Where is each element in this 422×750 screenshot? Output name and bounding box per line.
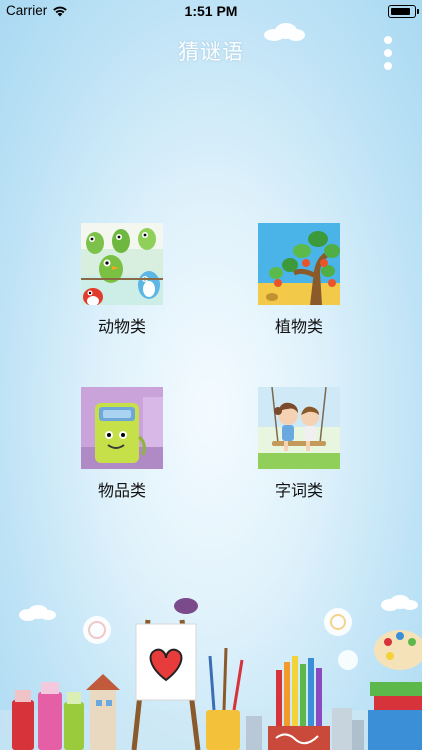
- plants-thumbnail: [258, 223, 340, 305]
- art-supplies-illustration: [0, 598, 422, 750]
- more-dots-icon: [384, 36, 392, 44]
- status-bar: Carrier 1:51 PM: [0, 0, 422, 22]
- more-options-button[interactable]: [382, 36, 394, 70]
- category-plants[interactable]: 植物类: [239, 223, 359, 337]
- category-animals[interactable]: 动物类: [62, 223, 182, 337]
- page-title: 猜谜语: [178, 40, 244, 64]
- words-thumbnail: [258, 387, 340, 469]
- category-label: 字词类: [274, 481, 323, 500]
- objects-thumbnail: [81, 387, 163, 469]
- battery-icon: [388, 5, 419, 18]
- category-label: 物品类: [97, 481, 146, 500]
- category-words[interactable]: 字词类: [239, 387, 359, 501]
- status-time: 1:51 PM: [184, 3, 238, 19]
- animals-thumbnail: [81, 223, 163, 305]
- category-objects[interactable]: 物品类: [62, 387, 182, 501]
- category-label: 植物类: [274, 317, 323, 336]
- more-dots-icon: [384, 62, 392, 70]
- category-label: 动物类: [97, 317, 146, 336]
- more-dots-icon: [384, 49, 392, 57]
